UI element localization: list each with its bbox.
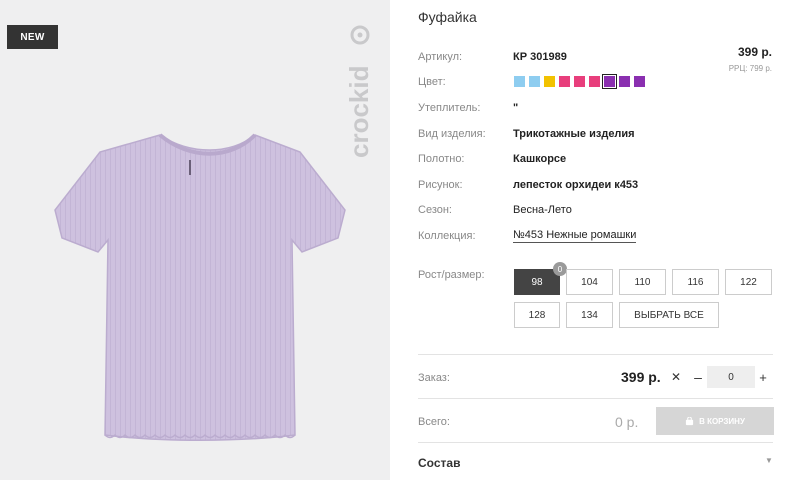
size-option-128[interactable]: 128 (514, 302, 560, 328)
color-swatch[interactable] (529, 76, 540, 87)
size-label: Рост/размер: (418, 269, 485, 281)
size-count-badge: 0 (553, 262, 567, 276)
color-swatch[interactable] (514, 76, 525, 87)
size-option-134[interactable]: 134 (566, 302, 613, 328)
color-label: Цвет: (418, 76, 446, 88)
color-swatches (514, 74, 645, 89)
color-swatch[interactable] (544, 76, 555, 87)
season-value: Весна-Лето (513, 204, 572, 216)
collection-link-wrap: №453 Нежные ромашки (513, 229, 637, 243)
season-label: Сезон: (418, 204, 452, 216)
fabric-value: Кашкорсе (513, 153, 567, 165)
insulation-label: Утеплитель: (418, 102, 481, 114)
fabric-label: Полотно: (418, 153, 465, 165)
product-title: Фуфайка (418, 9, 477, 25)
size-option-122[interactable]: 122 (725, 269, 772, 295)
rrp-price: РРЦ: 799 р. (728, 64, 772, 73)
size-option-116[interactable]: 116 (672, 269, 719, 295)
price: 399 р. (737, 45, 772, 59)
add-to-cart-label: В КОРЗИНУ (699, 416, 745, 426)
select-all-sizes-button[interactable]: ВЫБРАТЬ ВСЕ (619, 302, 719, 328)
size-option-98[interactable]: 98 (514, 269, 560, 295)
product-image-panel: NEW crockid (0, 0, 390, 480)
color-swatch[interactable] (602, 74, 617, 89)
color-swatch[interactable] (559, 76, 570, 87)
article-value: КР 301989 (513, 51, 567, 63)
insulation-value: " (513, 102, 519, 114)
order-label: Заказ: (418, 372, 450, 384)
color-swatch[interactable] (619, 76, 630, 87)
type-value: Трикотажные изделия (513, 128, 635, 140)
type-label: Вид изделия: (418, 128, 486, 140)
divider (418, 398, 773, 399)
divider (418, 442, 773, 443)
tshirt-image (54, 133, 346, 441)
add-to-cart-button[interactable]: В КОРЗИНУ (656, 407, 774, 435)
collection-label: Коллекция: (418, 230, 476, 242)
order-price: 399 р. (621, 369, 661, 385)
quantity-decrease-button[interactable]: – (691, 367, 705, 387)
new-badge: NEW (7, 25, 58, 49)
collection-link[interactable]: №453 Нежные ромашки (513, 229, 637, 243)
size-option-110[interactable]: 110 (619, 269, 666, 295)
color-swatch[interactable] (634, 76, 645, 87)
times-icon: ✕ (671, 370, 682, 384)
article-label: Артикул: (418, 51, 463, 63)
quantity-increase-button[interactable]: + (755, 367, 771, 387)
color-swatch[interactable] (574, 76, 585, 87)
composition-toggle[interactable]: Состав (418, 456, 460, 470)
size-option-104[interactable]: 104 (566, 269, 613, 295)
total-label: Всего: (418, 416, 450, 428)
color-swatch[interactable] (589, 76, 600, 87)
chevron-down-icon[interactable]: ▼ (765, 456, 773, 465)
quantity-input[interactable] (707, 366, 755, 388)
product-info-panel: Фуфайка 399 р. РРЦ: 799 р. Артикул: КР 3… (418, 0, 790, 480)
pattern-label: Рисунок: (418, 179, 463, 191)
cart-icon (685, 416, 694, 425)
total-value: 0 р. (615, 414, 639, 430)
divider (418, 354, 773, 355)
pattern-value: лепесток орхидеи к453 (513, 179, 639, 191)
